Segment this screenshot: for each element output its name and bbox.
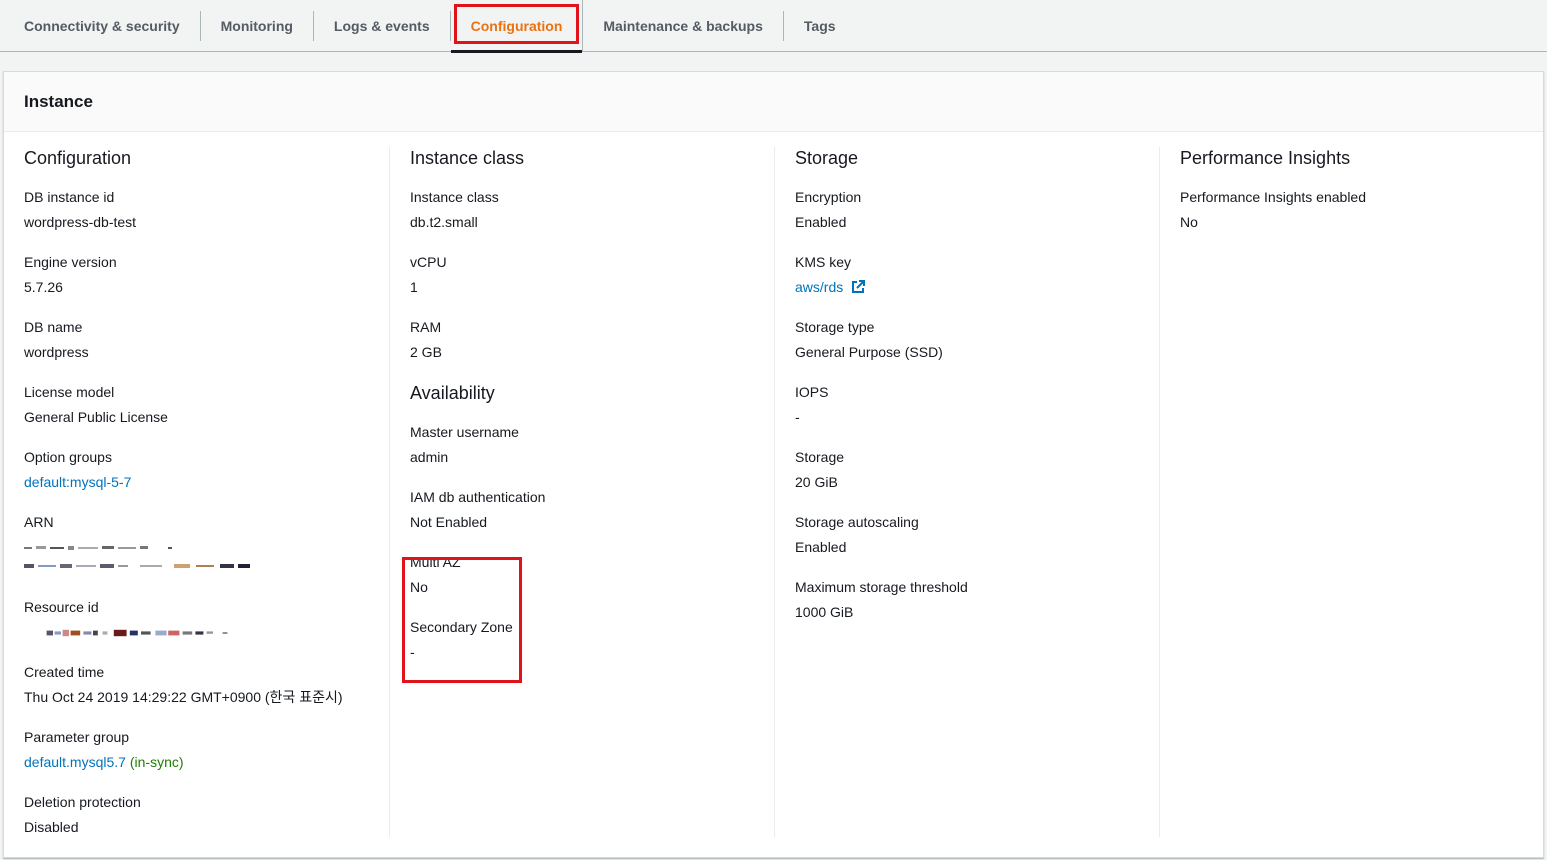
storage-size-value: 20 GiB	[795, 474, 838, 490]
parameter-group-status: (in-sync)	[129, 754, 184, 770]
db-name-field: DB name wordpress	[24, 317, 389, 382]
license-model-label: License model	[24, 384, 115, 400]
tab-configuration[interactable]: Configuration	[450, 0, 584, 53]
instance-class-heading: Instance class	[410, 148, 525, 168]
storage-type-label: Storage type	[795, 319, 875, 335]
ram-field: RAM 2 GB	[410, 317, 774, 382]
db-instance-id-label: DB instance id	[24, 189, 115, 205]
redacted-resource-id	[46, 629, 228, 637]
redacted-arn-line-1	[24, 546, 172, 550]
encryption-value: Enabled	[795, 214, 847, 230]
storage-size-label: Storage	[795, 449, 845, 465]
engine-version-label: Engine version	[24, 254, 117, 270]
encryption-label: Encryption	[795, 189, 862, 205]
created-time-value: Thu Oct 24 2019 14:29:22 GMT+0900 (한국 표준…	[24, 689, 343, 705]
storage-autoscaling-label: Storage autoscaling	[795, 514, 919, 530]
storage-size-field: Storage 20 GiB	[795, 447, 1159, 512]
configuration-heading: Configuration	[24, 148, 132, 168]
option-groups-field: Option groups default:mysql-5-7	[24, 447, 389, 512]
performance-insights-enabled-value: No	[1180, 214, 1198, 230]
parameter-group-label: Parameter group	[24, 729, 130, 745]
parameter-group-field: Parameter group default.mysql5.7 (in-syn…	[24, 727, 389, 792]
master-username-field: Master username admin	[410, 422, 774, 487]
kms-key-label: KMS key	[795, 254, 852, 270]
detail-tabs: Connectivity & security Monitoring Logs …	[0, 0, 1547, 53]
performance-insights-enabled-field: Performance Insights enabled No	[1180, 187, 1544, 252]
instance-class-field: Instance class db.t2.small	[410, 187, 774, 252]
instance-class-column: Instance class Instance class db.t2.smal…	[389, 147, 774, 837]
external-link-icon[interactable]	[851, 280, 866, 294]
kms-key-link[interactable]: aws/rds	[795, 279, 843, 295]
resource-id-field: Resource id	[24, 597, 389, 662]
vcpu-value: 1	[410, 279, 418, 295]
ram-label: RAM	[410, 319, 442, 335]
parameter-group-link[interactable]: default.mysql5.7	[24, 754, 126, 770]
engine-version-value: 5.7.26	[24, 279, 63, 295]
instance-columns: Configuration DB instance id wordpress-d…	[4, 132, 1543, 857]
engine-version-field: Engine version 5.7.26	[24, 252, 389, 317]
max-storage-threshold-value: 1000 GiB	[795, 604, 854, 620]
panel-title: Instance	[4, 72, 1543, 132]
performance-insights-enabled-label: Performance Insights enabled	[1180, 189, 1366, 205]
max-storage-threshold-field: Maximum storage threshold 1000 GiB	[795, 577, 1159, 642]
max-storage-threshold-label: Maximum storage threshold	[795, 579, 968, 595]
db-instance-id-field: DB instance id wordpress-db-test	[24, 187, 389, 252]
resource-id-value-redacted	[24, 622, 389, 642]
instance-class-label: Instance class	[410, 189, 499, 205]
iam-auth-label: IAM db authentication	[410, 489, 546, 505]
arn-value-redacted	[24, 537, 389, 570]
configuration-column: Configuration DB instance id wordpress-d…	[4, 147, 389, 837]
storage-autoscaling-value: Enabled	[795, 539, 847, 555]
iops-value: -	[795, 409, 800, 425]
availability-heading: Availability	[410, 383, 495, 403]
iops-label: IOPS	[795, 384, 829, 400]
storage-type-value: General Purpose (SSD)	[795, 344, 943, 360]
instance-panel: Instance Configuration DB instance id wo…	[3, 71, 1544, 858]
db-name-label: DB name	[24, 319, 83, 335]
tab-monitoring[interactable]: Monitoring	[201, 10, 314, 41]
vcpu-field: vCPU 1	[410, 252, 774, 317]
performance-insights-column: Performance Insights Performance Insight…	[1159, 147, 1544, 837]
ram-value: 2 GB	[410, 344, 442, 360]
resource-id-label: Resource id	[24, 599, 99, 615]
performance-insights-heading: Performance Insights	[1180, 148, 1351, 168]
arn-label: ARN	[24, 514, 54, 530]
deletion-protection-field: Deletion protection Disabled	[24, 792, 389, 857]
tab-tags[interactable]: Tags	[784, 11, 856, 41]
storage-autoscaling-field: Storage autoscaling Enabled	[795, 512, 1159, 577]
deletion-protection-label: Deletion protection	[24, 794, 141, 810]
highlight-box-configuration-tab	[453, 3, 580, 44]
tab-maintenance-backups[interactable]: Maintenance & backups	[583, 10, 784, 41]
db-name-value: wordpress	[24, 344, 89, 360]
tab-connectivity-security[interactable]: Connectivity & security	[0, 10, 201, 41]
iam-auth-value: Not Enabled	[410, 514, 488, 530]
option-groups-label: Option groups	[24, 449, 112, 465]
storage-type-field: Storage type General Purpose (SSD)	[795, 317, 1159, 382]
license-model-field: License model General Public License	[24, 382, 389, 447]
db-instance-id-value: wordpress-db-test	[24, 214, 137, 230]
arn-field: ARN	[24, 512, 389, 597]
master-username-value: admin	[410, 449, 449, 465]
iops-field: IOPS -	[795, 382, 1159, 447]
redacted-arn-line-2	[24, 564, 250, 568]
highlight-box-multi-az	[402, 557, 522, 683]
encryption-field: Encryption Enabled	[795, 187, 1159, 252]
deletion-protection-value: Disabled	[24, 819, 79, 835]
instance-class-value: db.t2.small	[410, 214, 478, 230]
storage-heading: Storage	[795, 148, 859, 168]
storage-column: Storage Encryption Enabled KMS key aws/r…	[774, 147, 1159, 837]
created-time-field: Created time Thu Oct 24 2019 14:29:22 GM…	[24, 662, 389, 727]
tab-logs-events[interactable]: Logs & events	[314, 10, 451, 41]
master-username-label: Master username	[410, 424, 519, 440]
iam-auth-field: IAM db authentication Not Enabled	[410, 487, 774, 552]
license-model-value: General Public License	[24, 409, 168, 425]
created-time-label: Created time	[24, 664, 105, 680]
vcpu-label: vCPU	[410, 254, 447, 270]
kms-key-field: KMS key aws/rds	[795, 252, 1159, 317]
option-group-link[interactable]: default:mysql-5-7	[24, 474, 131, 490]
